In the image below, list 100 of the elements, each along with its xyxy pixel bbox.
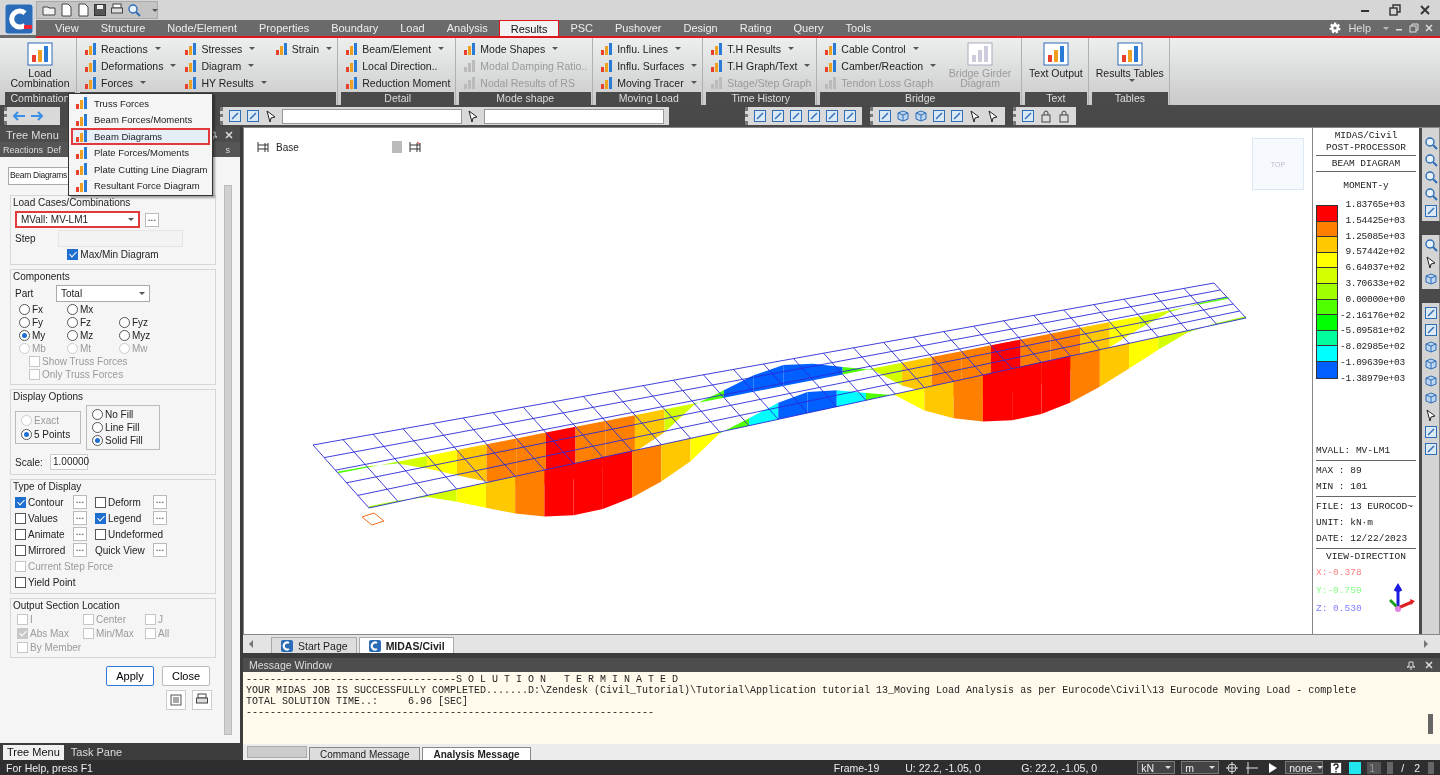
ribbon-tab[interactable]: Boundary — [320, 20, 390, 36]
menu-item[interactable]: Plate Cutting Line Diagram — [71, 161, 210, 178]
menu-item[interactable]: Beam Diagrams — [71, 128, 210, 145]
more-button[interactable]: ... — [153, 495, 167, 509]
frame-icon[interactable] — [878, 109, 892, 123]
ribbon-button[interactable]: Reduction Moment — [345, 75, 451, 90]
frame-icon[interactable] — [843, 109, 857, 123]
combo-field[interactable] — [282, 108, 462, 124]
checkbox[interactable]: Legend — [95, 512, 142, 524]
scrollbar[interactable] — [1428, 714, 1433, 734]
ribbon-button[interactable]: Reactions — [84, 41, 177, 56]
radio-button[interactable]: No Fill — [92, 409, 154, 420]
cube-icon[interactable] — [914, 109, 928, 123]
frame-icon[interactable] — [1021, 109, 1035, 123]
scale-field[interactable]: 1.00000 — [50, 454, 88, 470]
frame-icon[interactable] — [1423, 306, 1438, 320]
restore-icon[interactable] — [1388, 3, 1402, 17]
magnifier-icon[interactable] — [1423, 136, 1438, 150]
document-tab[interactable]: MIDAS/Civil — [358, 637, 454, 653]
frame-icon[interactable] — [1423, 204, 1438, 218]
frame-icon[interactable] — [950, 109, 964, 123]
message-tab[interactable]: Command Message — [309, 747, 421, 760]
checkbox[interactable]: Contour — [15, 496, 64, 508]
dialog-button[interactable]: Close — [162, 666, 210, 686]
panel-tab[interactable]: Reactions — [3, 144, 44, 155]
cube-icon[interactable] — [896, 109, 910, 123]
magnifier-icon[interactable] — [127, 3, 141, 17]
lock-icon[interactable] — [1057, 109, 1071, 123]
frame-icon[interactable] — [1423, 323, 1438, 337]
app-logo[interactable] — [4, 3, 34, 35]
unit-dropdown[interactable]: m — [1181, 761, 1220, 774]
cube-icon[interactable] — [1423, 374, 1438, 388]
part-dropdown[interactable]: Total — [56, 285, 150, 302]
folder-icon[interactable] — [42, 3, 56, 17]
large-ribbon-button[interactable]: Text Output — [1029, 41, 1083, 78]
close-icon[interactable] — [1418, 3, 1432, 17]
close-icon[interactable] — [1424, 660, 1434, 670]
color-swatch[interactable] — [1349, 761, 1362, 774]
cursor-icon[interactable] — [1423, 408, 1438, 422]
snap-icon[interactable] — [1225, 760, 1240, 775]
cursor-icon[interactable] — [466, 109, 480, 123]
frame-icon[interactable] — [932, 109, 946, 123]
checkbox[interactable]: Max/Min Diagram — [67, 249, 159, 260]
ribbon-tab[interactable]: Query — [782, 20, 835, 36]
radio-button[interactable]: Myz — [119, 330, 169, 341]
ribbon-button[interactable]: Cable Control — [824, 41, 937, 56]
more-button[interactable]: ... — [73, 495, 87, 509]
checkbox[interactable]: Deform — [95, 496, 141, 508]
ribbon-button[interactable]: Camber/Reaction — [824, 58, 937, 73]
cube-icon[interactable] — [1423, 357, 1438, 371]
magnifier-icon[interactable] — [1423, 238, 1438, 252]
panel-tab[interactable]: s — [225, 144, 230, 155]
large-ribbon-button[interactable]: Results Tables — [1095, 41, 1164, 82]
ribbon-button[interactable]: Mode Shapes — [463, 41, 588, 56]
ribbon-button[interactable]: Influ. Lines — [600, 41, 698, 56]
radio-button[interactable]: Fz — [67, 317, 119, 328]
ribbon-tab[interactable]: Results — [498, 20, 560, 36]
ribbon-tab[interactable]: Design — [672, 20, 729, 36]
ribbon-button[interactable]: T.H Graph/Text — [710, 58, 812, 73]
ribbon-tab[interactable]: Pushover — [604, 20, 673, 36]
ribbon-button[interactable]: Beam/Element — [345, 41, 451, 56]
more-button[interactable]: ... — [73, 527, 87, 541]
radio-button[interactable]: Fx — [19, 304, 67, 315]
zoom-out-icon[interactable] — [1423, 187, 1438, 201]
ribbon-tab[interactable]: Analysis — [435, 20, 499, 36]
function-field[interactable]: Beam Diagrams — [8, 167, 70, 185]
frame-icon[interactable] — [753, 109, 767, 123]
menu-item[interactable]: Resultant Force Diagram — [71, 177, 210, 194]
more-button[interactable]: ... — [73, 543, 87, 557]
dialog-button[interactable]: Apply — [106, 666, 154, 686]
frame-icon[interactable] — [789, 109, 803, 123]
page-icon[interactable] — [59, 3, 73, 17]
help-menu[interactable]: Help — [1348, 20, 1371, 36]
radio-button[interactable]: Mx — [67, 304, 119, 315]
help-icon[interactable] — [1329, 760, 1344, 775]
magnifier-icon[interactable] — [1423, 153, 1438, 167]
menu-item[interactable]: Beam Forces/Moments — [71, 111, 210, 128]
ribbon-button[interactable]: Forces — [84, 75, 177, 90]
combo-field[interactable] — [484, 108, 664, 124]
radio-button[interactable]: My — [19, 330, 67, 341]
zoom-in-icon[interactable] — [1423, 170, 1438, 184]
ribbon-tab[interactable]: PSC — [559, 20, 604, 36]
scroll-left-icon[interactable] — [249, 640, 253, 648]
panel-tab[interactable]: Tree Menu — [3, 745, 64, 760]
ribbon-button[interactable]: Strain — [274, 41, 333, 56]
frame-icon[interactable] — [1423, 442, 1438, 456]
lock-icon[interactable] — [1039, 109, 1053, 123]
checkbox[interactable]: Mirrored — [15, 544, 66, 556]
pin-icon[interactable] — [1406, 660, 1416, 670]
scroll-right-icon[interactable] — [1424, 640, 1428, 648]
back-arrow-icon[interactable] — [12, 109, 26, 123]
checkbox[interactable]: Yield Point — [15, 576, 76, 588]
page-icon[interactable] — [76, 3, 90, 17]
cursor-icon[interactable] — [986, 109, 1000, 123]
large-ribbon-button[interactable]: Load Combination — [9, 41, 71, 88]
ribbon-tab[interactable]: Load — [389, 20, 436, 36]
radio-button[interactable]: Mz — [67, 330, 119, 341]
cube-icon[interactable] — [1423, 340, 1438, 354]
radio-button[interactable]: Fyz — [119, 317, 169, 328]
forward-arrow-icon[interactable] — [30, 109, 44, 123]
